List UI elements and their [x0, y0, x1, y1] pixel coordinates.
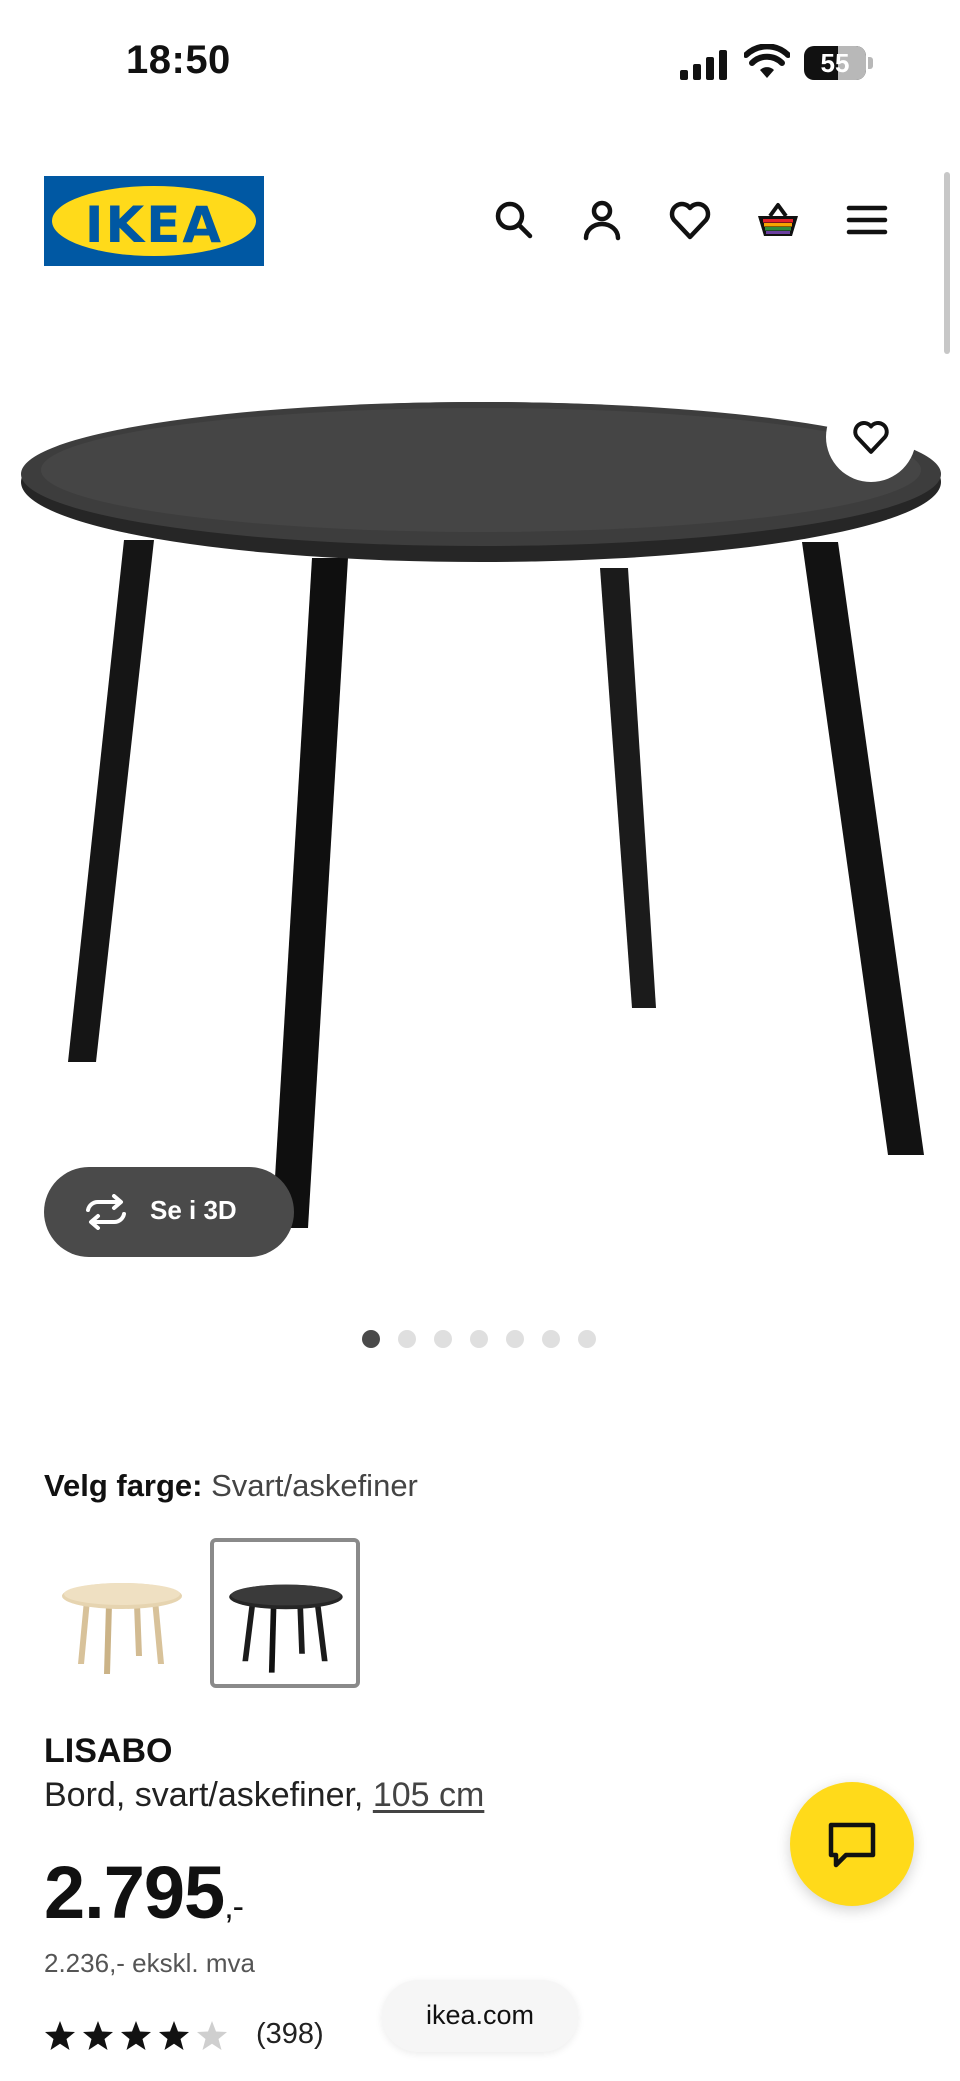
wifi-icon: [744, 44, 790, 78]
color-label: Velg farge:: [44, 1468, 203, 1503]
birch-table-thumbnail: [62, 1583, 182, 1674]
rotate-3d-icon: [86, 1194, 126, 1230]
price-suffix: ,-: [224, 1888, 244, 1926]
chat-icon: [828, 1822, 876, 1868]
price-main: 2.795: [44, 1851, 225, 1934]
pagination-dot[interactable]: [362, 1330, 380, 1348]
menu-icon[interactable]: [843, 196, 891, 244]
color-select-label: Velg farge: Svart/askefiner: [44, 1468, 418, 1504]
product-type: Bord, svart/askefiner,: [44, 1776, 364, 1814]
battery-level: 55: [820, 48, 850, 78]
color-swatch-birch[interactable]: [46, 1538, 196, 1688]
logo-text: IKEA: [84, 196, 224, 254]
heart-icon: [853, 421, 889, 454]
size-link[interactable]: 105 cm: [373, 1776, 485, 1814]
color-swatch-black[interactable]: [210, 1538, 360, 1688]
black-table-thumbnail: [229, 1584, 343, 1673]
chat-button[interactable]: [790, 1782, 914, 1906]
star-icon: [83, 2021, 113, 2050]
pagination-dot[interactable]: [398, 1330, 416, 1348]
rating-stars[interactable]: [44, 2020, 234, 2052]
status-time: 18:50: [126, 38, 231, 82]
wishlist-icon[interactable]: [666, 196, 714, 244]
scrollbar[interactable]: [944, 172, 950, 354]
pagination-dot[interactable]: [470, 1330, 488, 1348]
browser-url-bar[interactable]: ikea.com: [382, 1980, 578, 2052]
search-icon[interactable]: [490, 196, 538, 244]
product-description: Bord, svart/askefiner, 105 cm: [44, 1776, 484, 1815]
account-icon[interactable]: [578, 196, 626, 244]
see-in-3d-button[interactable]: Se i 3D: [44, 1167, 294, 1257]
star-icon: [197, 2021, 227, 2050]
add-to-wishlist-button[interactable]: [826, 392, 916, 482]
star-icon: [45, 2021, 75, 2050]
star-icon: [121, 2021, 151, 2050]
product-price: 2.795,-: [44, 1850, 244, 1935]
see-in-3d-label: Se i 3D: [150, 1195, 237, 1225]
url-text: ikea.com: [425, 2000, 535, 2030]
price-ex-vat: 2.236,- ekskl. mva: [44, 1948, 255, 1978]
pagination-dot[interactable]: [506, 1330, 524, 1348]
review-count[interactable]: (398): [256, 2018, 324, 2051]
ikea-logo[interactable]: IKEA: [44, 176, 264, 266]
battery-icon: 55: [804, 46, 874, 80]
pagination-dot[interactable]: [434, 1330, 452, 1348]
color-value: Svart/askefiner: [211, 1468, 418, 1503]
signal-icon: [680, 50, 727, 80]
product-image[interactable]: [16, 400, 946, 1270]
pagination-dot[interactable]: [542, 1330, 560, 1348]
product-name: LISABO: [44, 1732, 173, 1770]
cart-icon[interactable]: [754, 196, 802, 244]
star-icon: [159, 2021, 189, 2050]
pagination-dot[interactable]: [578, 1330, 596, 1348]
